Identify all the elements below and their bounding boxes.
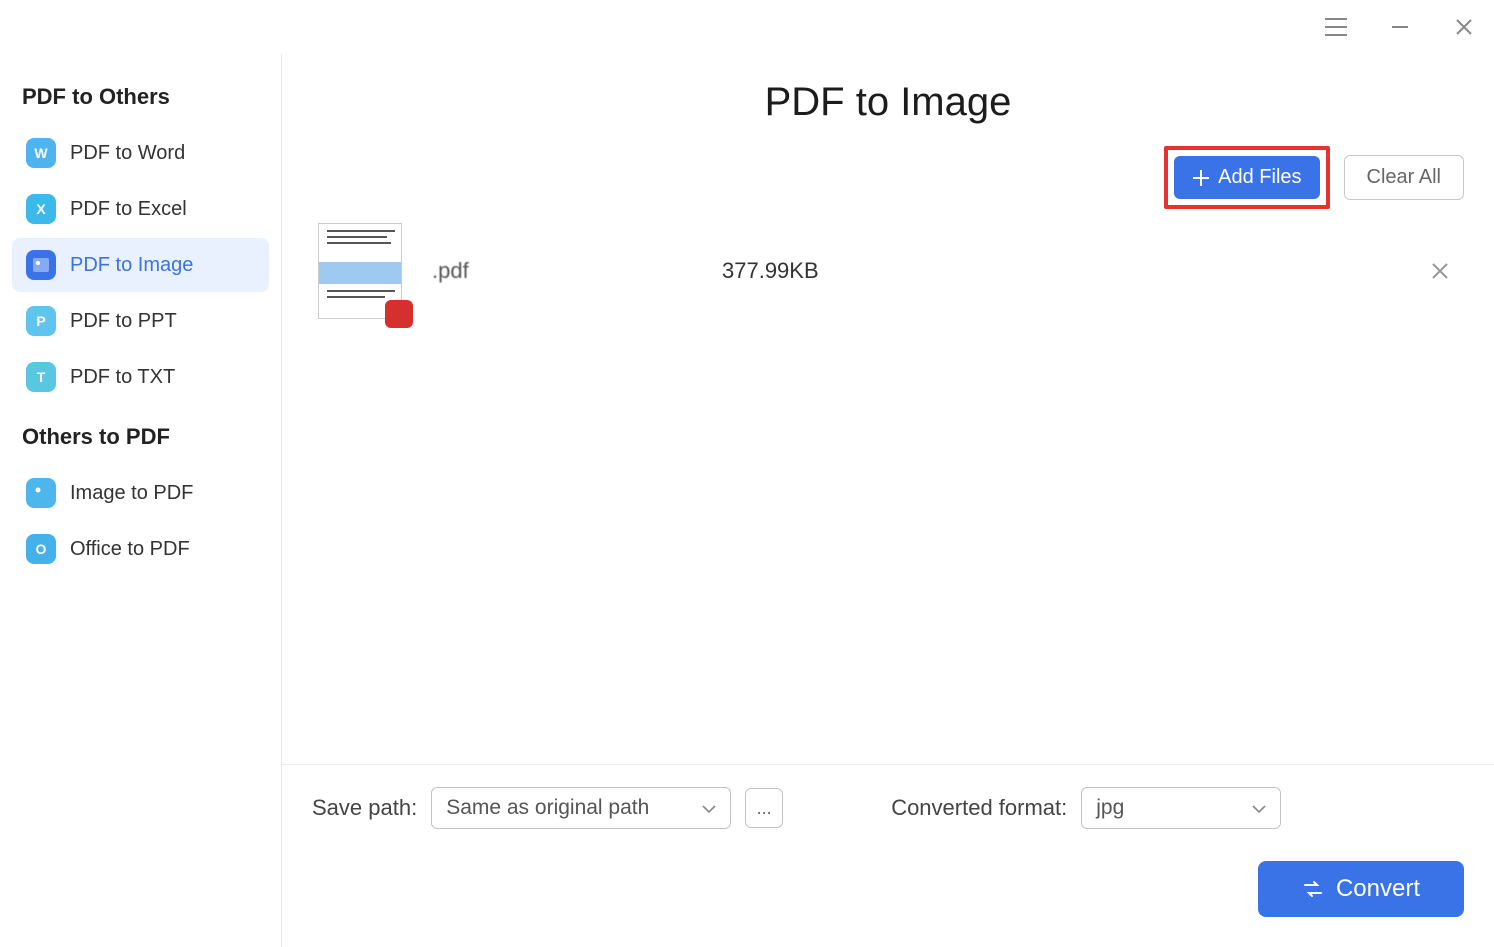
- clear-all-button[interactable]: Clear All: [1344, 155, 1464, 200]
- file-name: .pdf: [432, 258, 692, 284]
- sidebar-item-label: PDF to Excel: [70, 198, 187, 221]
- sidebar-item-pdf-to-image[interactable]: PDF to Image: [12, 238, 269, 292]
- sidebar-item-label: PDF to TXT: [70, 366, 175, 389]
- sidebar-section-others-to-pdf: Others to PDF: [6, 406, 275, 464]
- file-row: .pdf 377.99KB: [312, 211, 1464, 331]
- word-icon: W: [26, 138, 56, 168]
- convert-label: Convert: [1336, 875, 1420, 903]
- image-icon: [26, 250, 56, 280]
- excel-icon: X: [26, 194, 56, 224]
- bottom-bar: Save path: Same as original path ... Con…: [282, 765, 1494, 947]
- titlebar: [0, 0, 1494, 54]
- sidebar-item-pdf-to-excel[interactable]: X PDF to Excel: [12, 182, 269, 236]
- sidebar-item-image-to-pdf[interactable]: Image to PDF: [12, 466, 269, 520]
- office-icon: O: [26, 534, 56, 564]
- sidebar-item-pdf-to-ppt[interactable]: P PDF to PPT: [12, 294, 269, 348]
- minimize-icon[interactable]: [1382, 9, 1418, 45]
- sidebar-item-office-to-pdf[interactable]: O Office to PDF: [12, 522, 269, 576]
- sidebar-item-label: Office to PDF: [70, 538, 190, 561]
- convert-button[interactable]: Convert: [1258, 861, 1464, 917]
- file-thumbnail: [318, 223, 402, 319]
- close-icon[interactable]: [1446, 9, 1482, 45]
- file-size: 377.99KB: [722, 258, 942, 284]
- save-path-label: Save path:: [312, 795, 417, 821]
- chevron-down-icon: [1252, 796, 1266, 820]
- add-files-highlight: Add Files: [1164, 146, 1329, 209]
- sidebar-item-pdf-to-word[interactable]: W PDF to Word: [12, 126, 269, 180]
- add-files-label: Add Files: [1218, 166, 1301, 189]
- txt-icon: T: [26, 362, 56, 392]
- converted-format-select[interactable]: jpg: [1081, 787, 1281, 829]
- converted-format-label: Converted format:: [891, 795, 1067, 821]
- hamburger-menu-icon[interactable]: [1318, 9, 1354, 45]
- sidebar-item-label: PDF to Image: [70, 254, 193, 277]
- save-path-value: Same as original path: [446, 796, 649, 820]
- add-files-button[interactable]: Add Files: [1174, 156, 1319, 199]
- image-icon: [26, 478, 56, 508]
- browse-path-button[interactable]: ...: [745, 788, 783, 828]
- ppt-icon: P: [26, 306, 56, 336]
- convert-icon: [1302, 879, 1324, 899]
- page-title: PDF to Image: [312, 80, 1464, 125]
- sidebar-item-pdf-to-txt[interactable]: T PDF to TXT: [12, 350, 269, 404]
- sidebar-item-label: Image to PDF: [70, 482, 193, 505]
- converted-format-value: jpg: [1096, 796, 1124, 820]
- sidebar-item-label: PDF to Word: [70, 142, 185, 165]
- sidebar-section-pdf-to-others: PDF to Others: [6, 66, 275, 124]
- chevron-down-icon: [702, 796, 716, 820]
- plus-icon: [1192, 169, 1210, 187]
- sidebar-item-label: PDF to PPT: [70, 310, 177, 333]
- file-list: .pdf 377.99KB: [282, 135, 1494, 765]
- save-path-select[interactable]: Same as original path: [431, 787, 731, 829]
- remove-file-icon[interactable]: [1422, 253, 1458, 289]
- main-panel: PDF to Image Add Files Clear All .pdf 37…: [282, 54, 1494, 947]
- sidebar: PDF to Others W PDF to Word X PDF to Exc…: [0, 54, 282, 947]
